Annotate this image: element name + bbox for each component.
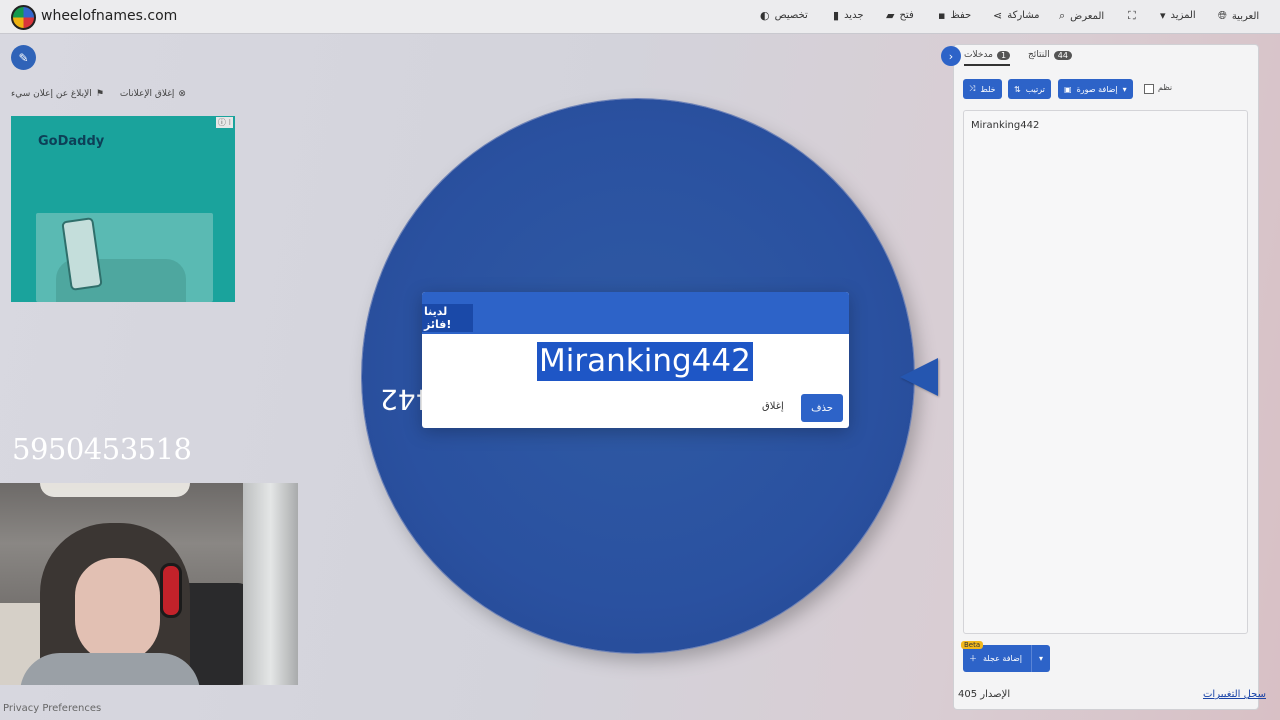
- nav-save-label: حفظ: [950, 10, 972, 21]
- report-ad-link[interactable]: الإبلاغ عن إعلان سيء ⚑: [11, 89, 104, 99]
- nav-open-label: فتح: [899, 10, 914, 21]
- fullscreen-icon: ⛶: [1128, 9, 1136, 22]
- remove-winner-button[interactable]: حذف: [801, 394, 843, 422]
- webcam-ring-light: [40, 483, 190, 497]
- sort-icon: ⇅: [1014, 84, 1021, 94]
- add-image-label: إضافة صورة: [1076, 84, 1118, 94]
- privacy-preferences-link[interactable]: Privacy Preferences: [3, 703, 101, 714]
- caret-down-icon: ▾: [1122, 84, 1127, 94]
- file-icon: ▮: [833, 9, 840, 22]
- add-wheel-dropdown[interactable]: ▾: [1031, 645, 1050, 672]
- close-ads-label: إغلاق الإعلانات: [119, 89, 175, 99]
- share-icon: ⋖: [993, 9, 1003, 22]
- tab-entries[interactable]: مدخلات 1: [964, 50, 1011, 66]
- nav-customize[interactable]: ◐ تخصيص: [760, 9, 808, 22]
- add-wheel-button[interactable]: ＋ إضافة عجلة: [963, 645, 1031, 672]
- nav-customize-label: تخصيص: [774, 10, 808, 21]
- chevron-right-icon: ›: [948, 49, 954, 63]
- ad-info-icon[interactable]: ⓘ ⁝: [215, 117, 233, 128]
- webcam-overlay: [0, 483, 298, 685]
- nav-share-label: مشاركة: [1007, 10, 1040, 21]
- tab-entries-count: 1: [996, 50, 1011, 60]
- save-icon: ▪: [938, 9, 946, 22]
- ad-image: [36, 213, 213, 302]
- add-image-button[interactable]: ▣ إضافة صورة ▾: [1058, 79, 1133, 99]
- version-label: الإصدار 405: [958, 689, 1011, 700]
- report-ad-label: الإبلاغ عن إعلان سيء: [11, 89, 92, 99]
- sort-button[interactable]: ⇅ ترتيب: [1008, 79, 1051, 99]
- winner-dialog-header: لدينا فائز!: [422, 292, 849, 334]
- folder-icon: ▰: [886, 9, 895, 22]
- entries-textarea[interactable]: Miranking442: [963, 110, 1248, 634]
- nav-more[interactable]: ▾ المزيد: [1160, 9, 1196, 22]
- advanced-checkbox[interactable]: [1144, 84, 1154, 94]
- close-circle-icon: ⊗: [178, 89, 186, 99]
- changelog-link[interactable]: سجل التغييرات: [1203, 689, 1266, 700]
- webcam-person-face: [75, 558, 160, 663]
- nav-language-label: العربية: [1231, 10, 1260, 22]
- add-wheel-label: إضافة عجلة: [983, 654, 1022, 663]
- webcam-curtain: [243, 483, 298, 685]
- beta-badge: Beta: [961, 641, 984, 649]
- shuffle-label: خلط: [980, 84, 996, 94]
- collapse-panel-button[interactable]: ›: [941, 46, 961, 66]
- pencil-icon: ✎: [18, 50, 29, 65]
- tab-results-label: النتائج: [1028, 50, 1050, 60]
- search-icon: ⌕: [1059, 9, 1066, 22]
- advertisement[interactable]: GoDaddy ⓘ ⁝: [11, 116, 235, 302]
- sort-label: ترتيب: [1025, 84, 1045, 94]
- overlay-number: 5950453518: [12, 432, 192, 466]
- shuffle-button[interactable]: ⤨ خلط: [963, 79, 1002, 99]
- shuffle-icon: ⤨: [969, 84, 976, 93]
- nav-gallery[interactable]: ⌕ المعرض: [1059, 9, 1104, 23]
- ad-links: الإبلاغ عن إعلان سيء ⚑ إغلاق الإعلانات ⊗: [11, 89, 186, 99]
- brand-title[interactable]: wheelofnames.com: [41, 8, 177, 24]
- advanced-checkbox-label: نظم: [1158, 83, 1173, 92]
- globe-icon: 🌐︎: [1218, 9, 1227, 22]
- nav-new-label: جديد: [844, 10, 864, 21]
- nav-new[interactable]: ▮ جديد: [833, 9, 864, 22]
- winner-dialog-title: لدينا فائز!: [422, 304, 473, 332]
- close-button[interactable]: إغلاق: [762, 401, 784, 412]
- flag-icon: ⚑: [95, 89, 104, 99]
- nav-save[interactable]: ▪ حفظ: [938, 9, 971, 22]
- close-ads-link[interactable]: إغلاق الإعلانات ⊗: [120, 89, 186, 99]
- headset-icon: [160, 563, 182, 618]
- caret-down-icon: ▾: [1038, 654, 1043, 663]
- image-icon: ▣: [1064, 84, 1072, 94]
- tab-results[interactable]: النتائج 44: [1028, 50, 1072, 60]
- nav-more-label: المزيد: [1170, 10, 1196, 21]
- wheel-logo-icon[interactable]: [11, 5, 36, 30]
- edit-pencil-button[interactable]: ✎: [11, 45, 36, 70]
- top-navigation-bar: wheelofnames.com 🌐︎ العربية ▾ المزيد ⛶ ⌕…: [0, 0, 1280, 34]
- nav-fullscreen[interactable]: ⛶: [1128, 9, 1136, 23]
- ad-brand-logo: GoDaddy: [38, 134, 105, 149]
- tab-entries-label: مدخلات: [964, 50, 993, 60]
- winner-name: Miranking442: [537, 342, 753, 381]
- plus-icon: ＋: [969, 654, 977, 663]
- winner-dialog: لدينا فائز! Miranking442 إغلاق حذف: [422, 292, 849, 428]
- nav-language[interactable]: 🌐︎ العربية: [1218, 9, 1259, 23]
- tab-results-count: 44: [1053, 50, 1072, 60]
- wheel-pointer-icon: [900, 358, 938, 396]
- caret-down-icon: ▾: [1160, 9, 1166, 22]
- entry-line: Miranking442: [971, 120, 1040, 131]
- nav-share[interactable]: ⋖ مشاركة: [993, 9, 1040, 22]
- palette-icon: ◐: [760, 9, 770, 22]
- webcam-person-shirt: [20, 653, 200, 685]
- nav-gallery-label: المعرض: [1070, 10, 1105, 22]
- nav-open[interactable]: ▰ فتح: [886, 9, 914, 22]
